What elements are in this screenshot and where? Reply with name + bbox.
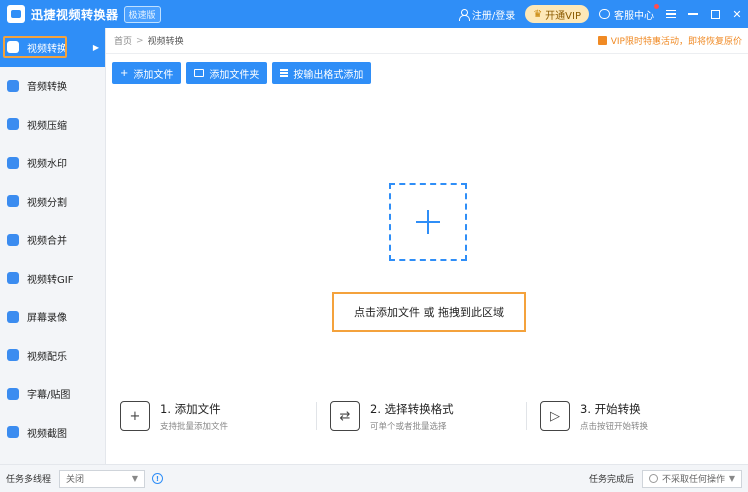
sidebar-item-video-merge[interactable]: 视频合并 [0,221,105,260]
chevron-down-icon: ▼ [131,474,139,483]
step-add-file: + 1. 添加文件 支持批量添加文件 [112,396,322,436]
minimize-icon [688,13,698,15]
sidebar-item-label: 视频转GIF [27,274,74,286]
sidebar-item-label: 音频转换 [27,82,67,94]
multithread-select[interactable]: 关闭 ▼ [59,469,146,488]
add-folder-button[interactable]: 添加文件夹 [186,62,268,84]
sidebar: 视频转换 ▶ 音频转换 视频压缩 视频水印 视频分割 视频合并 视频转GIF 屏… [0,28,106,464]
gift-icon [597,36,607,45]
step-desc: 支持批量添加文件 [160,421,229,432]
multithread-value: 关闭 [66,475,85,485]
after-complete-select[interactable]: 不采取任何操作 ▼ [642,469,742,488]
dropzone-hint[interactable]: 点击添加文件 或 拖拽到此区域 [332,292,526,332]
video-split-icon [7,195,19,208]
sidebar-item-video-split[interactable]: 视频分割 [0,182,105,221]
user-icon[interactable] [458,8,470,21]
screen-record-icon [7,310,19,323]
add-folder-label: 添加文件夹 [209,69,260,81]
subtitle-sticker-icon [7,387,19,400]
sidebar-item-label: 视频配乐 [27,351,67,363]
multithread-label: 任务多线程 [6,475,52,485]
notification-dot [654,3,659,9]
add-by-format-button[interactable]: 按输出格式添加 [272,62,372,84]
sidebar-item-video-watermark[interactable]: 视频水印 [0,144,105,183]
video-merge-icon [7,233,19,246]
plus-icon [416,210,440,234]
breadcrumb-current: 视频转换 [147,37,184,47]
app-title: 迅捷视频转换器 [31,7,119,22]
close-button[interactable]: ✕ [726,0,748,28]
step-desc: 可单个或者批量选择 [370,421,447,432]
menu-icon[interactable] [660,0,682,28]
sidebar-item-label: 视频截图 [27,428,67,440]
breadcrumb-separator: > [136,35,144,46]
breadcrumb: 首页 > 视频转换 VIP限时特惠活动，即将恢复原价 [106,28,748,54]
add-file-label: 添加文件 [133,69,174,81]
sidebar-item-video-compress[interactable]: 视频压缩 [0,105,105,144]
video-compress-icon [7,118,19,131]
breadcrumb-home[interactable]: 首页 [114,34,132,47]
sidebar-item-audio-convert[interactable]: 音频转换 [0,67,105,106]
customer-service-link[interactable]: 客服中心 [599,3,659,22]
vip-button-label: 开通VIP [545,10,581,22]
convert-format-step-icon: ⇄ [330,401,360,431]
after-complete-value: 不采取任何操作 [662,475,726,485]
close-icon: ✕ [732,7,742,21]
video-watermark-icon [7,156,19,169]
chat-icon [599,9,610,19]
sidebar-item-video-convert[interactable]: 视频转换 ▶ [0,28,105,67]
play-step-icon: ▷ [540,401,570,431]
toolbar: + 添加文件 添加文件夹 按输出格式添加 [112,62,376,84]
minimize-button[interactable] [682,0,704,28]
edition-badge: 极速版 [123,5,161,23]
video-gif-icon [7,272,19,285]
info-icon[interactable]: ! [152,473,164,484]
chevron-right-icon: ▶ [92,42,99,52]
chevron-down-icon: ▼ [728,474,735,483]
step-title: 1. 添加文件 [160,401,221,416]
add-file-step-icon: + [120,401,150,431]
plus-icon: + [120,67,129,79]
maximize-button[interactable] [704,0,726,28]
sidebar-item-label: 视频水印 [27,159,67,171]
sidebar-item-subtitle-sticker[interactable]: 字幕/贴图 [0,375,105,414]
customer-service-label: 客服中心 [614,10,654,22]
vip-button[interactable]: ♛ 开通VIP [525,5,589,23]
list-icon [280,68,289,79]
after-complete-label: 任务完成后 [588,475,634,485]
add-file-button[interactable]: + 添加文件 [112,62,182,84]
step-start-convert: ▷ 3. 开始转换 点击按钮开始转换 [526,396,742,436]
step-desc: 点击按钮开始转换 [580,421,649,432]
steps-guide: + 1. 添加文件 支持批量添加文件 ⇄ 2. 选择转换格式 可单个或者批量选择… [112,396,742,436]
add-by-format-label: 按输出格式添加 [293,69,364,81]
sidebar-item-video-music[interactable]: 视频配乐 [0,336,105,375]
promo-text: VIP限时特惠活动，即将恢复原价 [610,37,742,47]
sidebar-item-label: 视频压缩 [27,120,67,132]
sidebar-item-label: 视频分割 [27,197,67,209]
folder-icon [194,69,205,77]
sidebar-item-label: 视频合并 [27,236,67,248]
sidebar-item-label: 屏幕录像 [27,313,67,325]
add-file-dropzone[interactable] [389,183,467,261]
selection-highlight [3,36,67,58]
sidebar-item-video-gif[interactable]: 视频转GIF [0,259,105,298]
login-link[interactable]: 注册/登录 [472,7,515,22]
video-screenshot-icon [7,426,19,439]
ban-icon [649,474,658,483]
video-music-icon [7,349,19,362]
crown-icon: ♛ [533,8,543,20]
audio-convert-icon [7,79,19,92]
sidebar-item-label: 字幕/贴图 [27,390,71,402]
sidebar-item-screen-record[interactable]: 屏幕录像 [0,298,105,337]
step-title: 3. 开始转换 [580,401,641,416]
promo-banner[interactable]: VIP限时特惠活动，即将恢复原价 [597,34,742,47]
sidebar-item-video-screenshot[interactable]: 视频截图 [0,413,105,452]
maximize-icon [710,9,720,19]
step-select-format: ⇄ 2. 选择转换格式 可单个或者批量选择 [316,396,532,436]
status-bar: 任务多线程 关闭 ▼ ! 任务完成后 不采取任何操作 ▼ [0,464,748,492]
step-title: 2. 选择转换格式 [370,401,454,416]
app-logo-icon [7,5,25,23]
title-bar: 迅捷视频转换器 极速版 注册/登录 ♛ 开通VIP 客服中心 ✕ [0,0,748,28]
